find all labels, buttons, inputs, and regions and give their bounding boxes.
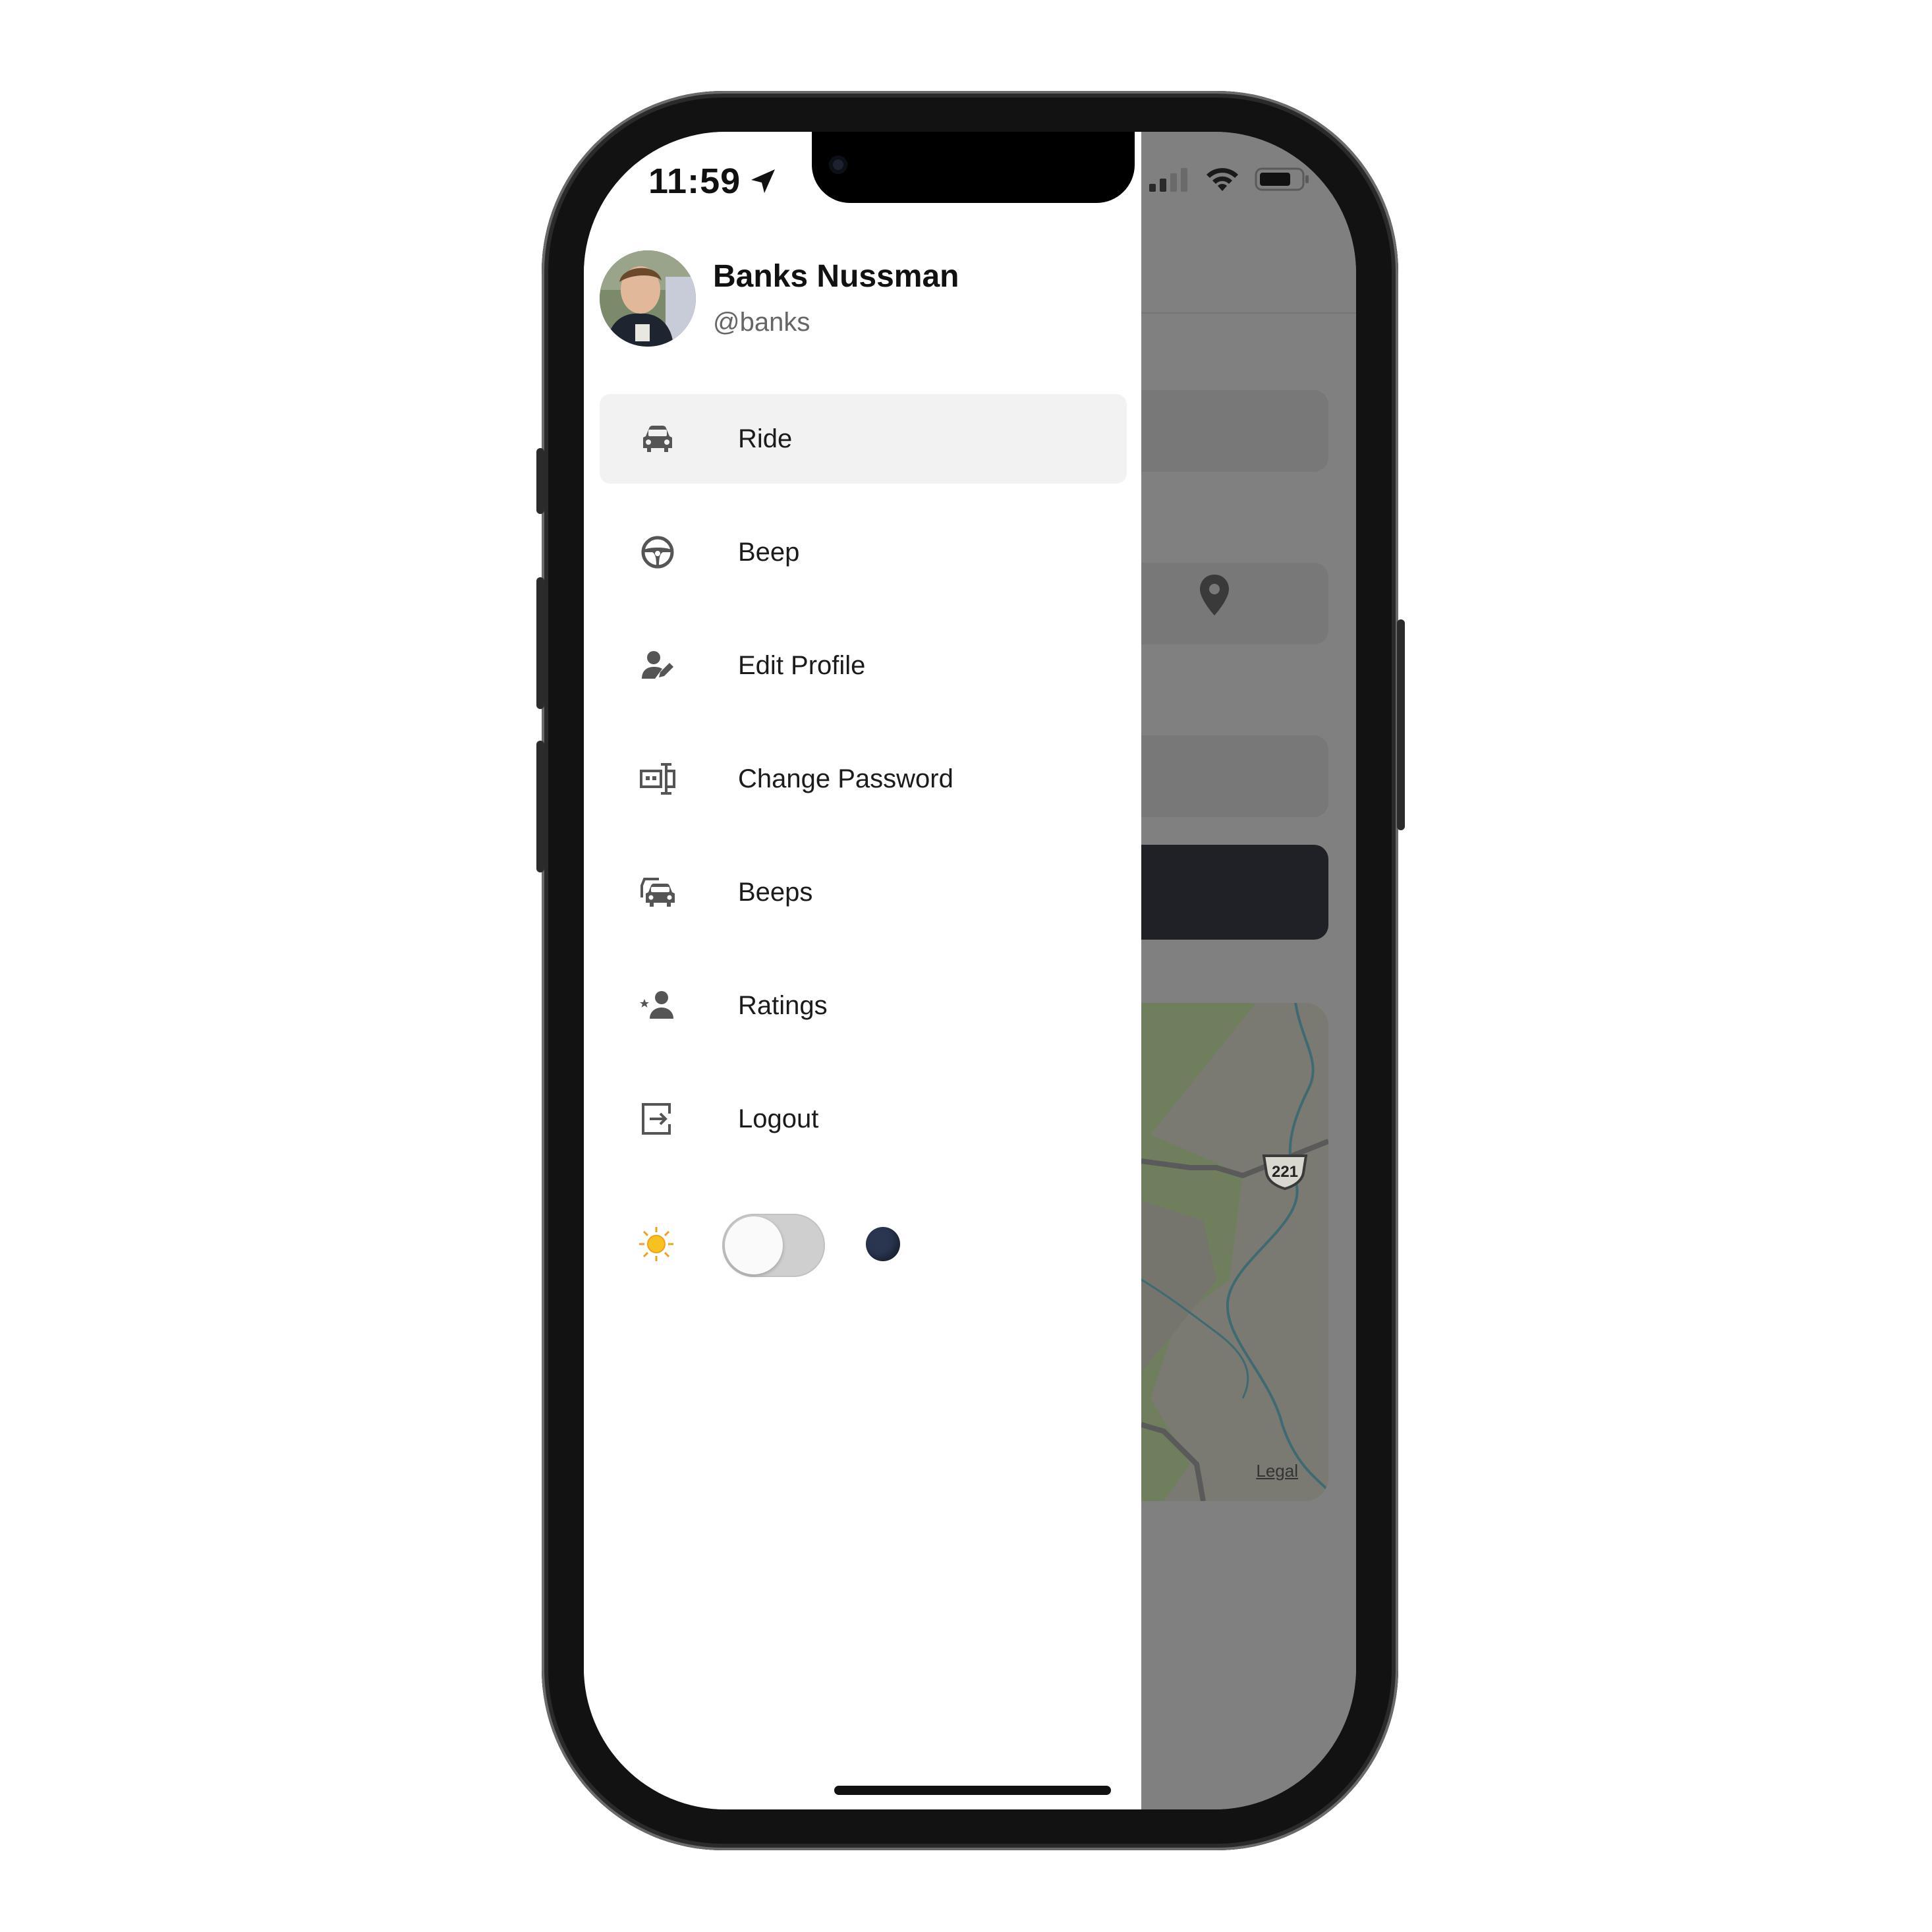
profile-name: Banks Nussman [713, 259, 959, 294]
battery-icon [1255, 167, 1309, 191]
profile-header[interactable]: Banks Nussman @banks [600, 250, 959, 347]
profile-username: @banks [713, 308, 810, 337]
menu-item-change-password[interactable]: Change Password [600, 734, 1127, 824]
menu-item-label: Edit Profile [738, 650, 866, 680]
location-pin-icon[interactable] [1198, 573, 1231, 617]
menu-item-label: Change Password [738, 764, 953, 793]
steering-wheel-icon [639, 534, 676, 571]
location-arrow-icon [751, 169, 776, 193]
power-button [1397, 619, 1405, 830]
status-time: 11:59 [648, 161, 778, 202]
dark-mode-toggle[interactable] [722, 1214, 825, 1277]
cars-icon [639, 874, 676, 911]
status-icons [1149, 166, 1310, 192]
menu-item-label: Beeps [738, 877, 813, 907]
menu-item-label: Beep [738, 537, 800, 567]
wifi-icon [1207, 168, 1238, 191]
map-legal-link[interactable]: Legal [1256, 1461, 1298, 1481]
home-indicator[interactable] [834, 1786, 1111, 1795]
route-number: 221 [1272, 1163, 1298, 1181]
phone-screen: Legal 221 11:59 Banks Nussman @banks Rid… [584, 132, 1356, 1809]
theme-toggle-row [584, 1211, 1141, 1277]
sun-icon [639, 1227, 673, 1261]
avatar[interactable] [600, 250, 696, 347]
menu-item-beep[interactable]: Beep [600, 507, 1127, 597]
route-shield-icon: 221 [1260, 1153, 1310, 1193]
silent-switch [536, 448, 544, 514]
moon-icon [866, 1227, 900, 1261]
profile-text: Banks Nussman @banks [713, 257, 959, 340]
toggle-knob[interactable] [725, 1216, 783, 1274]
volume-up-button [536, 577, 544, 709]
menu-item-logout[interactable]: Logout [600, 1074, 1127, 1164]
menu-item-beeps[interactable]: Beeps [600, 847, 1127, 937]
drawer-menu: Ride Beep Edit Profile Change Password B… [600, 394, 1127, 1187]
logout-icon [639, 1100, 676, 1137]
edit-person-icon [639, 647, 676, 684]
menu-item-ride[interactable]: Ride [600, 394, 1127, 484]
menu-item-edit-profile[interactable]: Edit Profile [600, 621, 1127, 710]
status-time-text: 11:59 [648, 161, 741, 201]
password-icon [639, 760, 676, 797]
menu-item-ratings[interactable]: Ratings [600, 961, 1127, 1050]
menu-item-label: Ratings [738, 990, 828, 1020]
navigation-drawer: 11:59 Banks Nussman @banks Ride Beep Edi… [584, 132, 1141, 1809]
rated-person-icon [639, 987, 676, 1024]
notch [812, 132, 1135, 203]
car-icon [639, 420, 676, 457]
volume-down-button [536, 741, 544, 872]
signal-icon [1149, 168, 1187, 192]
menu-item-label: Ride [738, 424, 793, 453]
menu-item-label: Logout [738, 1104, 819, 1133]
front-camera [829, 156, 847, 174]
